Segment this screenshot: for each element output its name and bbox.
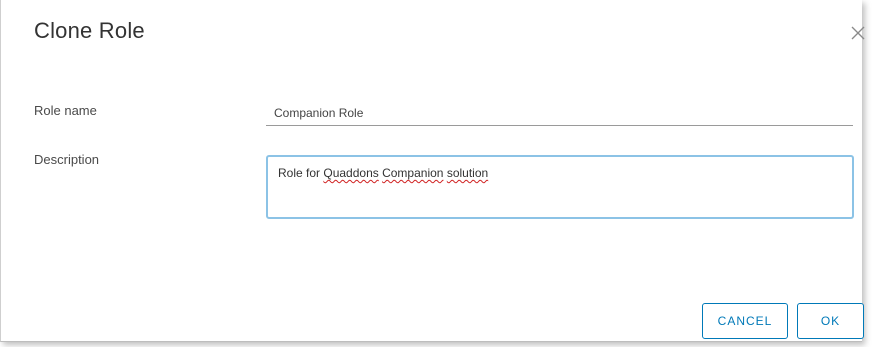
role-name-label: Role name xyxy=(34,103,97,118)
description-word: Role for xyxy=(278,166,324,180)
clone-role-dialog: Clone Role Role name Description Role fo… xyxy=(0,0,865,342)
description-textarea[interactable] xyxy=(266,155,854,219)
close-icon xyxy=(851,26,865,40)
dialog-title: Clone Role xyxy=(34,18,145,43)
close-button[interactable] xyxy=(849,24,867,42)
description-text: Role for Quaddons Companion solution xyxy=(278,166,488,180)
description-word-misspelled: Companion xyxy=(382,166,444,180)
description-word-misspelled: Quaddons xyxy=(323,166,379,180)
ok-button[interactable]: OK xyxy=(797,303,864,339)
cancel-button[interactable]: CANCEL xyxy=(702,303,788,339)
description-label: Description xyxy=(34,152,100,167)
description-word-misspelled: solution xyxy=(446,166,489,180)
role-name-input[interactable] xyxy=(266,100,853,126)
